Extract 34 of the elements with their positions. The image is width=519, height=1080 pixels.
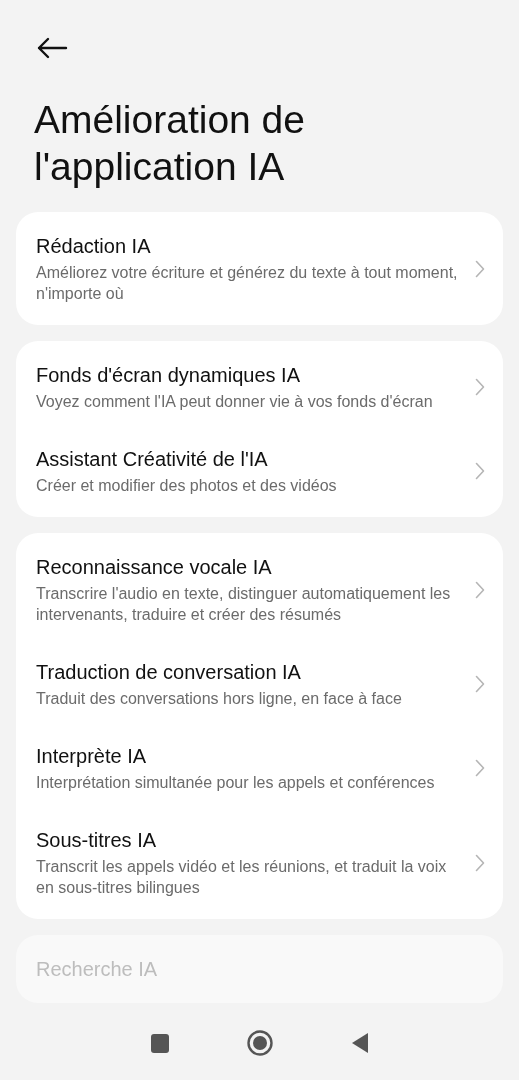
recent-apps-button[interactable] [150,1033,169,1053]
settings-item[interactable]: Reconnaissance vocale IA Transcrire l'audio en texte, distinguer automatiquement les intervenants, traduire et créer des résumés [16,537,503,642]
settings-item[interactable]: Interprète IA Interprétation simultanée pour les appels et conférences [16,726,503,810]
item-description: Améliorez votre écriture et générez du texte à tout moment, n'importe où [36,263,459,304]
item-title: Sous-titres IA [36,828,158,853]
item-title: Interprète IA [36,744,148,769]
settings-item[interactable]: Sous-titres IA Transcrit les appels vidéo et les réunions, et traduit la voix en sous-titres bilingues [16,810,503,915]
item-title: Assistant Créativité de l'IA [36,447,269,472]
page-title: Amélioration de l'application IA [33,97,306,190]
chevron-right-icon [475,462,485,480]
chevron-right-icon [475,675,485,693]
chevron-right-icon [475,580,485,599]
home-button[interactable] [246,1030,273,1056]
item-title: Traduction de conversation IA [36,660,302,685]
chevron-right-icon [475,378,485,396]
settings-item[interactable]: Assistant Créativité de l'IA Créer et modifier des photos et des vidéos [16,429,503,513]
item-description: Créer et modifier des photos et des vidéos [36,476,338,496]
item-description: Voyez comment l'IA peut donner vie à vos fonds d'écran [36,392,434,412]
chevron-right-icon [475,259,485,278]
item-description: Interprétation simultanée pour les appels et conférences [36,773,436,793]
item-title: Rédaction IA [36,234,152,259]
item-description: Transcrire l'audio en texte, distinguer automatiquement les intervenants, traduire et créer des résumés [36,584,452,625]
settings-item[interactable]: Fonds d'écran dynamiques IA Voyez comment l'IA peut donner vie à vos fonds d'écran [16,345,503,429]
item-title: Reconnaissance vocale IA [36,555,273,580]
chevron-right-icon [475,853,485,872]
back-arrow-icon[interactable] [36,36,68,60]
settings-item[interactable]: Traduction de conversation IA Traduit des conversations hors ligne, en face à face [16,642,503,726]
back-button[interactable] [350,1032,369,1054]
chevron-right-icon [475,759,485,777]
item-title: Fonds d'écran dynamiques IA [36,363,301,388]
item-description: Traduit des conversations hors ligne, en face à face [36,689,403,709]
item-title: Recherche IA [36,957,159,982]
settings-item[interactable]: Rédaction IA Améliorez votre écriture et générez du texte à tout moment, n'importe où [16,216,503,321]
item-description: Transcrit les appels vidéo et les réunions, et traduit la voix en sous-titres bilingues [36,857,448,898]
